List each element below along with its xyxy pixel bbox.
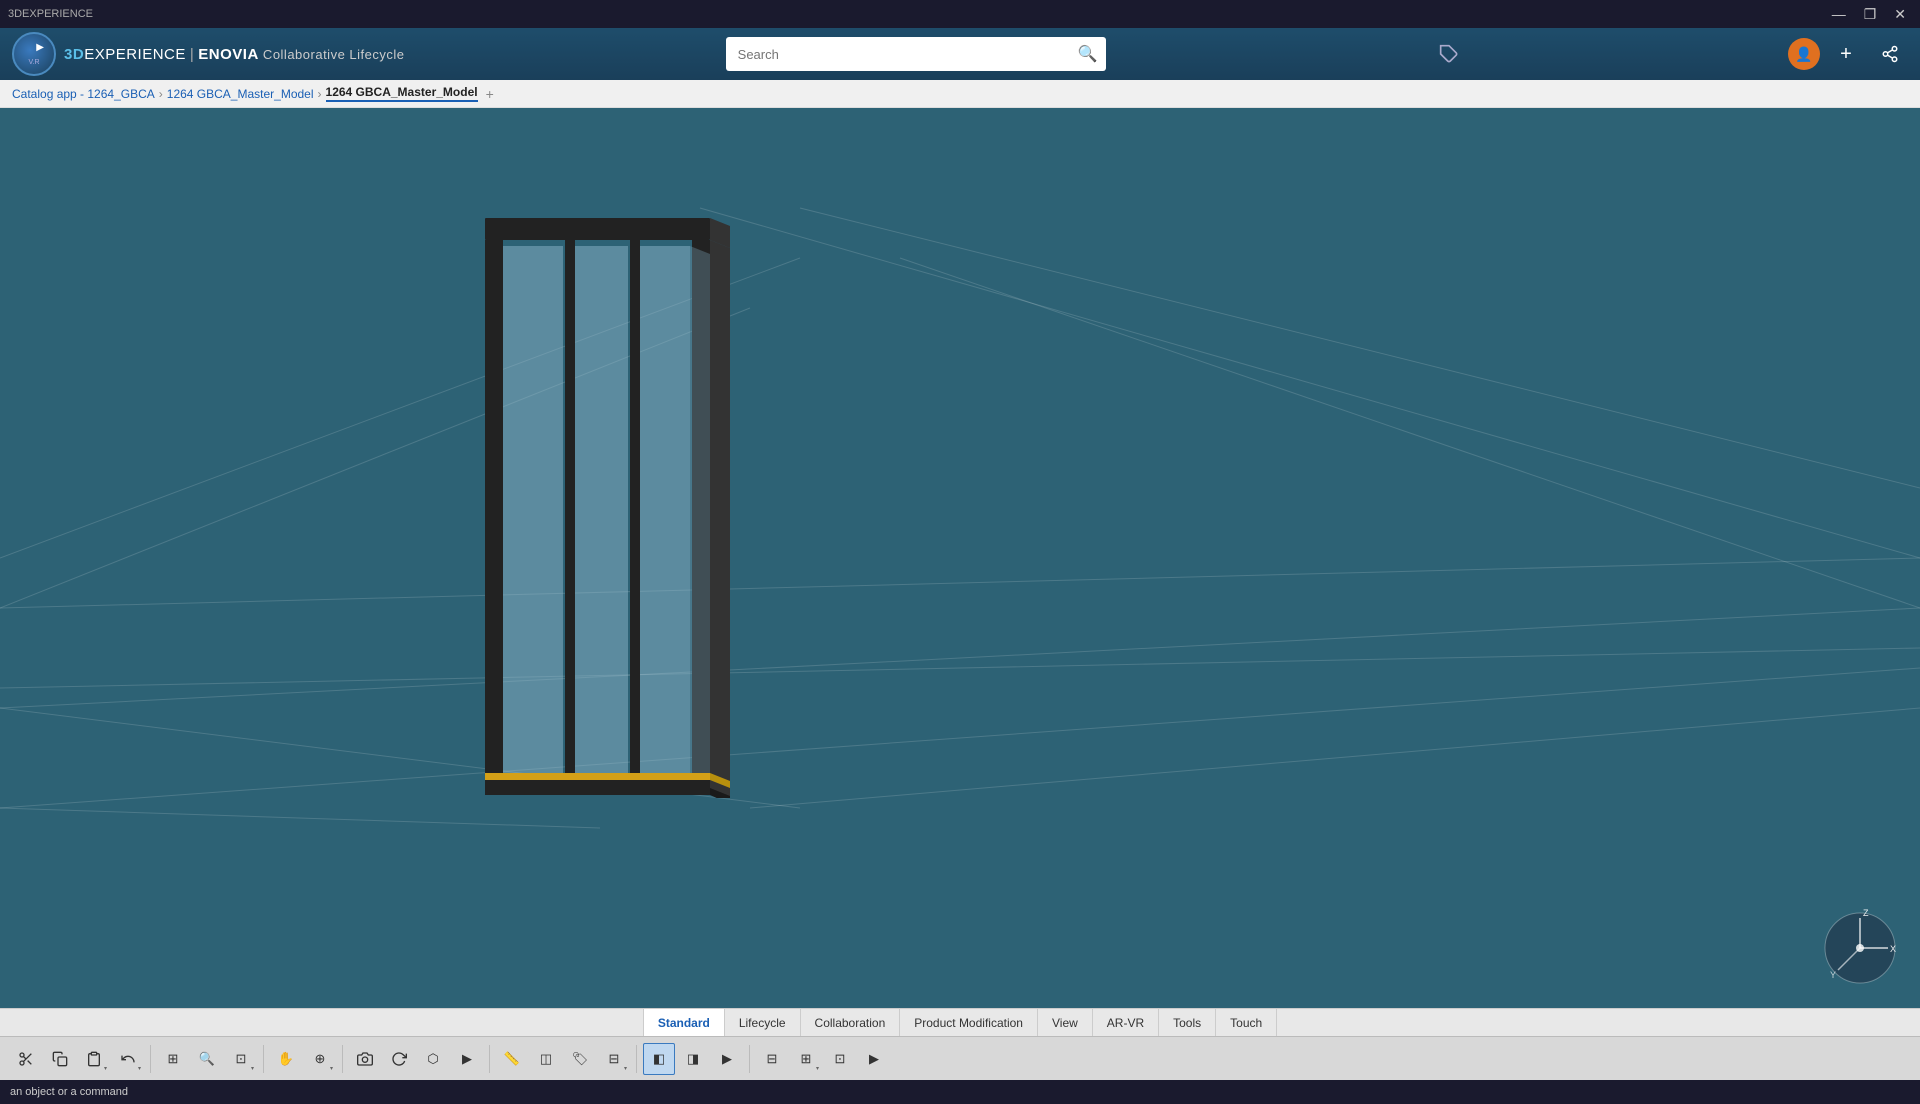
dropdown-arrow: ▾ [624, 1065, 627, 1072]
breadcrumb-master-model-1[interactable]: 1264 GBCA_Master_Model [167, 87, 314, 101]
dropdown-arrow: ▾ [816, 1065, 819, 1072]
toolbar-icon-zoom-fit[interactable]: ⊞ [157, 1043, 189, 1075]
toolbar-icons: ▾▾⊞🔍⊡▾✋⊕▾⬡▶📏◫🏷⊟▾◧◨▶⊟⊞▾⊡▶ [0, 1036, 1920, 1080]
close-btn[interactable]: ✕ [1888, 4, 1912, 25]
dropdown-arrow: ▾ [251, 1065, 254, 1072]
toolbar-icon-cut[interactable] [10, 1043, 42, 1075]
right-buttons: 👤 + [1788, 36, 1908, 72]
compass-button[interactable] [12, 32, 56, 76]
toolbar-separator [263, 1045, 264, 1073]
search-button[interactable]: 🔍 [1078, 44, 1098, 64]
breadcrumb-bar: Catalog app - 1264_GBCA › 1264 GBCA_Mast… [0, 80, 1920, 108]
toolbar-icon-fit-all[interactable]: ⊡▾ [225, 1043, 257, 1075]
toolbar-icon-annotation[interactable]: 🏷 [564, 1043, 596, 1075]
minimize-btn[interactable]: — [1826, 4, 1852, 24]
navbar: 3DEXPERIENCE|ENOVIA Collaborative Lifecy… [0, 28, 1920, 80]
toolbar-tab-view[interactable]: View [1038, 1009, 1093, 1036]
toolbar-separator [636, 1045, 637, 1073]
tag-button[interactable] [1431, 36, 1467, 72]
toolbar-tab-collaboration[interactable]: Collaboration [801, 1009, 901, 1036]
app-name-title: 3DEXPERIENCE [8, 8, 93, 20]
toolbar-tab-ar-vr[interactable]: AR-VR [1093, 1009, 1159, 1036]
toolbar-icon-panel-more[interactable]: ▶ [858, 1043, 890, 1075]
breadcrumb-sep-2: › [318, 87, 322, 101]
breadcrumb-catalog[interactable]: Catalog app - 1264_GBCA [12, 87, 155, 101]
dropdown-arrow: ▾ [104, 1065, 107, 1072]
door-3d-model [480, 218, 730, 798]
status-message: an object or a command [10, 1086, 128, 1098]
toolbar-icon-view-more[interactable]: ▶ [451, 1043, 483, 1075]
toolbar-icon-measure[interactable]: 📏 [496, 1043, 528, 1075]
svg-text:X: X [1890, 944, 1896, 954]
logo-area: 3DEXPERIENCE|ENOVIA Collaborative Lifecy… [12, 32, 405, 76]
dropdown-arrow: ▾ [330, 1065, 333, 1072]
share-button[interactable] [1872, 36, 1908, 72]
toolbar-icon-copy[interactable] [44, 1043, 76, 1075]
toolbar-tab-tools[interactable]: Tools [1159, 1009, 1216, 1036]
search-container: 🔍 [726, 37, 1106, 71]
toolbar-tab-product-modification[interactable]: Product Modification [900, 1009, 1038, 1036]
toolbar-icon-undo[interactable]: ▾ [112, 1043, 144, 1075]
toolbar-icon-tree2[interactable]: ⊟ [756, 1043, 788, 1075]
toolbar-icon-search-cmd[interactable]: ⊕▾ [304, 1043, 336, 1075]
svg-text:Z: Z [1863, 908, 1869, 918]
orientation-indicator: Z X Y [1820, 908, 1900, 988]
breadcrumb-add-tab[interactable]: + [486, 86, 494, 102]
viewport-grid [0, 108, 1920, 1008]
user-avatar[interactable]: 👤 [1788, 38, 1820, 70]
toolbar-tabs: StandardLifecycleCollaborationProduct Mo… [0, 1008, 1920, 1036]
search-input[interactable] [726, 37, 1106, 71]
toolbar-icon-render-more[interactable]: ▶ [711, 1043, 743, 1075]
toolbar-icon-clip[interactable]: ⊟▾ [598, 1043, 630, 1075]
toolbar-icon-camera[interactable] [349, 1043, 381, 1075]
toolbar-icon-panel2[interactable]: ⊡ [824, 1043, 856, 1075]
breadcrumb-sep-1: › [159, 87, 163, 101]
toolbar-icon-props[interactable]: ⊞▾ [790, 1043, 822, 1075]
toolbar-icon-view-cube[interactable]: ⬡ [417, 1043, 449, 1075]
toolbar-icon-section-cut[interactable]: ◫ [530, 1043, 562, 1075]
toolbar-icon-render2[interactable]: ◨ [677, 1043, 709, 1075]
statusbar: an object or a command [0, 1080, 1920, 1104]
add-button[interactable]: + [1828, 36, 1864, 72]
toolbar-icon-zoom-in[interactable]: 🔍 [191, 1043, 223, 1075]
toolbar-icon-display[interactable]: ◧ [643, 1043, 675, 1075]
toolbar-tab-touch[interactable]: Touch [1216, 1009, 1277, 1036]
toolbar-icon-paste[interactable]: ▾ [78, 1043, 110, 1075]
toolbar-icon-pan[interactable]: ✋ [270, 1043, 302, 1075]
brand-text: 3DEXPERIENCE|ENOVIA Collaborative Lifecy… [64, 46, 405, 63]
toolbar-separator [150, 1045, 151, 1073]
toolbar-tab-lifecycle[interactable]: Lifecycle [725, 1009, 801, 1036]
toolbar-separator [749, 1045, 750, 1073]
maximize-btn[interactable]: ❐ [1858, 4, 1883, 25]
svg-text:Y: Y [1830, 970, 1836, 980]
toolbar-icon-rotate[interactable] [383, 1043, 415, 1075]
viewport-3d[interactable]: Z X Y [0, 108, 1920, 1008]
toolbar-separator [342, 1045, 343, 1073]
toolbar-separator [489, 1045, 490, 1073]
titlebar: 3DEXPERIENCE — ❐ ✕ [0, 0, 1920, 28]
dropdown-arrow: ▾ [138, 1065, 141, 1072]
breadcrumb-current: 1264 GBCA_Master_Model [326, 85, 478, 102]
toolbar-tab-standard[interactable]: Standard [643, 1009, 725, 1036]
